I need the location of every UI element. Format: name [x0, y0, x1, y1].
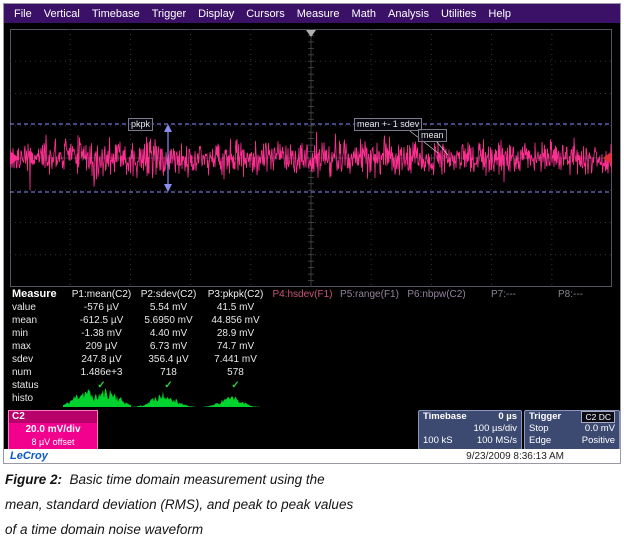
row-label-status: status: [8, 379, 68, 392]
menu-trigger[interactable]: Trigger: [146, 8, 192, 20]
cell-p3-value: 41.5 mV: [202, 301, 269, 314]
cell-p1-max: 209 µV: [68, 340, 135, 353]
cell-p2-min: 4.40 mV: [135, 327, 202, 340]
param-header-p6[interactable]: P6:nbpw(C2): [403, 288, 470, 301]
mean-annotation: mean: [418, 129, 447, 142]
menu-measure[interactable]: Measure: [291, 8, 346, 20]
trigger-descriptor[interactable]: Trigger C2 DC Stop 0.0 mV Edge Positive: [524, 410, 620, 450]
cell-p1-min: -1.38 mV: [68, 327, 135, 340]
param-header-p2[interactable]: P2:sdev(C2): [135, 288, 202, 301]
row-label-sdev: sdev: [8, 353, 68, 366]
row-label-histo: histo: [8, 392, 68, 405]
trigger-source-badge: C2 DC: [581, 411, 615, 423]
cell-p2-sdev: 356.4 µV: [135, 353, 202, 366]
cell-p3-max: 74.7 mV: [202, 340, 269, 353]
datetime: 9/23/2009 8:36:13 AM: [466, 451, 614, 462]
oscilloscope-window: File Vertical Timebase Trigger Display C…: [3, 3, 621, 464]
cell-p1-sdev: 247.8 µV: [68, 353, 135, 366]
param-header-p1[interactable]: P1:mean(C2): [68, 288, 135, 301]
cell-p2-max: 6.73 mV: [135, 340, 202, 353]
caption-label: Figure 2:: [5, 472, 62, 487]
lecroy-logo: LeCroy: [10, 450, 48, 462]
timebase-samples: 100 kS: [423, 435, 453, 447]
trigger-level: 0.0 mV: [585, 423, 615, 435]
channel-c2-descriptor[interactable]: C2 20.0 mV/div 8 µV offset: [8, 410, 98, 450]
timebase-descriptor[interactable]: Timebase 0 µs 100 µs/div 100 kS 100 MS/s: [418, 410, 522, 450]
row-label-num: num: [8, 366, 68, 379]
param-header-p7[interactable]: P7:---: [470, 288, 537, 301]
menu-utilities[interactable]: Utilities: [435, 8, 482, 20]
waveform-grid: [10, 29, 612, 287]
channel-vdiv: 20.0 mV/div: [9, 423, 97, 436]
menu-analysis[interactable]: Analysis: [382, 8, 435, 20]
menu-help[interactable]: Help: [482, 8, 517, 20]
timebase-position: 0 µs: [498, 411, 517, 423]
waveform-display: pkpk mean +- 1 sdev mean: [10, 29, 612, 287]
pkpk-annotation: pkpk: [128, 118, 153, 131]
menu-file[interactable]: File: [8, 8, 38, 20]
menu-timebase[interactable]: Timebase: [86, 8, 146, 20]
param-header-p5[interactable]: P5:range(F1): [336, 288, 403, 301]
row-label-min: min: [8, 327, 68, 340]
menu-vertical[interactable]: Vertical: [38, 8, 86, 20]
cell-p3-mean: 44.856 mV: [202, 314, 269, 327]
channel-label: C2: [9, 411, 97, 423]
cell-p3-num: 578: [202, 366, 269, 379]
param-header-p8[interactable]: P8:---: [537, 288, 604, 301]
cell-p2-value: 5.54 mV: [135, 301, 202, 314]
trigger-label: Trigger: [529, 411, 561, 423]
trigger-mode: Stop: [529, 423, 549, 435]
trigger-slope: Positive: [582, 435, 615, 447]
trigger-type: Edge: [529, 435, 551, 447]
figure-caption: Figure 2: Basic time domain measurement …: [5, 467, 619, 542]
row-label-mean: mean: [8, 314, 68, 327]
menu-cursors[interactable]: Cursors: [240, 8, 291, 20]
menu-display[interactable]: Display: [192, 8, 240, 20]
status-strip: LeCroy 9/23/2009 8:36:13 AM: [4, 449, 620, 463]
param-header-p4[interactable]: P4:hsdev(F1): [269, 288, 336, 301]
cell-p1-value: -576 µV: [68, 301, 135, 314]
caption-line3: of a time domain noise waveform: [5, 517, 619, 542]
timebase-rate: 100 MS/s: [477, 435, 517, 447]
histogram-icons: [62, 384, 277, 408]
menu-bar: File Vertical Timebase Trigger Display C…: [4, 4, 620, 23]
cell-p1-num: 1.486e+3: [68, 366, 135, 379]
mean-sdev-annotation: mean +- 1 sdev: [354, 118, 422, 131]
timebase-label: Timebase: [423, 411, 467, 423]
cell-p2-mean: 5.6950 mV: [135, 314, 202, 327]
row-label-max: max: [8, 340, 68, 353]
cell-p1-mean: -612.5 µV: [68, 314, 135, 327]
cell-p2-num: 718: [135, 366, 202, 379]
measure-title: Measure: [8, 288, 68, 301]
channel-offset: 8 µV offset: [9, 436, 97, 448]
cell-p3-sdev: 7.441 mV: [202, 353, 269, 366]
menu-math[interactable]: Math: [346, 8, 382, 20]
caption-line2: mean, standard deviation (RMS), and peak…: [5, 492, 619, 517]
row-label-value: value: [8, 301, 68, 314]
param-header-p3[interactable]: P3:pkpk(C2): [202, 288, 269, 301]
cell-p3-min: 28.9 mV: [202, 327, 269, 340]
caption-line1: Basic time domain measurement using the: [70, 472, 325, 487]
timebase-tdiv: 100 µs/div: [474, 423, 518, 435]
